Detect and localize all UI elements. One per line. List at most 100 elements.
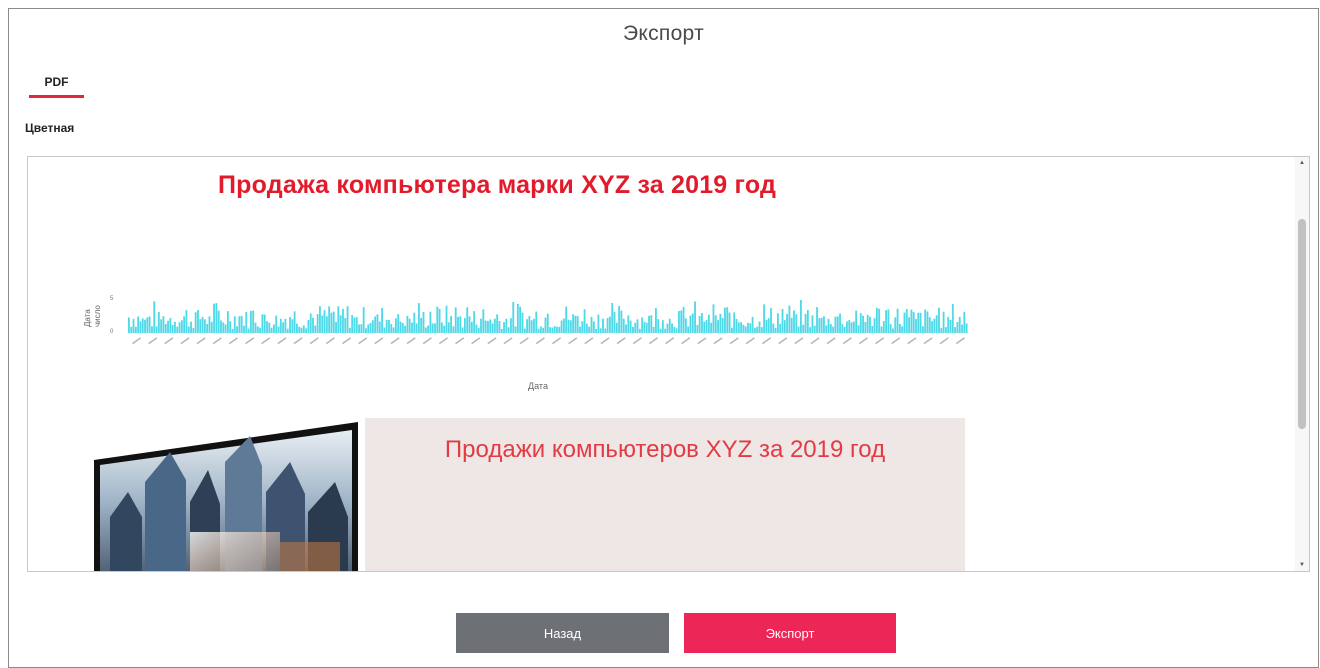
chart-bar [678, 311, 680, 333]
chart-bar [638, 328, 641, 333]
export-button[interactable]: Экспорт [684, 613, 896, 653]
chart-xtick [600, 337, 610, 345]
chart-bar [422, 312, 425, 333]
chart-xtick [519, 337, 529, 345]
chart-bar [560, 320, 563, 333]
chart-bar [436, 306, 439, 333]
chart-bar [924, 309, 927, 333]
chart-bar [765, 319, 768, 333]
chart-bar [397, 314, 400, 333]
chart-bar [749, 323, 752, 333]
chart-bar [813, 325, 816, 333]
pdf-preview[interactable]: Продажа компьютера марки XYZ за 2019 год… [27, 156, 1310, 572]
chart-xtick [438, 337, 448, 345]
chart-bar [869, 316, 871, 333]
chart-bar [539, 326, 542, 333]
preview-scrollbar[interactable]: ▲ ▼ [1295, 157, 1309, 571]
chart-bar [951, 303, 954, 333]
chart-bar [146, 317, 149, 333]
chart-bar [625, 324, 627, 333]
chart-bar [316, 314, 319, 333]
chart-xtick [374, 337, 384, 345]
chart-bar [558, 326, 561, 333]
chart-bar [171, 324, 174, 333]
chart-bar [668, 318, 671, 333]
chart-bar [482, 309, 485, 333]
chart-bar [947, 316, 950, 333]
scroll-down-arrow-icon[interactable]: ▼ [1295, 559, 1309, 571]
chart-bar [394, 318, 397, 333]
chart-xtick [842, 337, 852, 345]
scroll-up-arrow-icon[interactable]: ▲ [1295, 157, 1309, 169]
chart-bar [203, 319, 206, 333]
chart-bar [820, 317, 823, 333]
chart-xtick [390, 337, 400, 345]
scroll-thumb[interactable] [1298, 219, 1306, 429]
chart-xtick [875, 337, 885, 345]
chart-bar [190, 321, 192, 333]
chart-bar [832, 326, 835, 333]
chart-xtick [228, 337, 238, 345]
chart-xtick [487, 337, 497, 345]
chart-xtick [503, 337, 513, 345]
chart-bar [358, 324, 360, 333]
chart-bar [404, 325, 406, 333]
chart-bar [885, 310, 887, 333]
chart-xtick [891, 337, 901, 345]
chart-bar [144, 319, 146, 333]
chart-bar [427, 325, 430, 333]
chart-bar [811, 315, 814, 333]
chart-bar [878, 308, 881, 333]
chart-bar [834, 316, 837, 333]
chart-xtick [245, 337, 255, 345]
chart-bar [673, 326, 676, 333]
chart-bar [512, 301, 515, 333]
chart-bar [275, 315, 278, 333]
chart-bar [627, 315, 630, 333]
chart-bar [910, 309, 913, 333]
chart-xtick [406, 337, 416, 345]
chart-bar [434, 323, 436, 333]
chart-bar [378, 321, 381, 333]
chart-bar [965, 323, 968, 333]
chart-bar [618, 306, 621, 333]
chart-xtick [810, 337, 820, 345]
chart-bar [735, 318, 738, 333]
chart-bar [696, 324, 699, 333]
chart-bar [254, 322, 257, 333]
chart-bar [353, 317, 356, 333]
chart-xtick [665, 337, 675, 345]
chart-bar [401, 322, 404, 333]
chart-bar [841, 324, 844, 333]
chart-bar [572, 314, 574, 333]
color-mode-label: Цветная [25, 121, 75, 135]
chart-bar [139, 321, 142, 333]
chart-bar [355, 317, 358, 333]
chart-bar [519, 306, 522, 333]
chart-xtick [422, 337, 432, 345]
chart-bar [963, 311, 966, 333]
chart-bar [284, 318, 287, 333]
chart-bar [804, 313, 807, 333]
chart-xtick [955, 337, 965, 345]
chart-bar [634, 322, 637, 333]
chart-bar [132, 318, 135, 333]
chart-bar [417, 303, 420, 333]
tab-pdf[interactable]: PDF [29, 75, 84, 98]
chart-bar [243, 325, 245, 333]
chart-bar [590, 316, 593, 333]
chart-bar [454, 307, 457, 333]
chart-bar [710, 322, 713, 333]
chart-bar [323, 310, 326, 333]
chart-bar [215, 303, 218, 333]
chart-xtick [745, 337, 755, 345]
chart-bar [493, 318, 496, 333]
chart-bar [438, 308, 441, 333]
back-button[interactable]: Назад [456, 613, 669, 653]
chart-bar [604, 328, 607, 333]
chart-bar [452, 326, 455, 333]
chart-bar [450, 315, 453, 333]
chart-bar [898, 323, 901, 333]
chart-bar [339, 315, 342, 333]
chart-bar [652, 326, 655, 333]
